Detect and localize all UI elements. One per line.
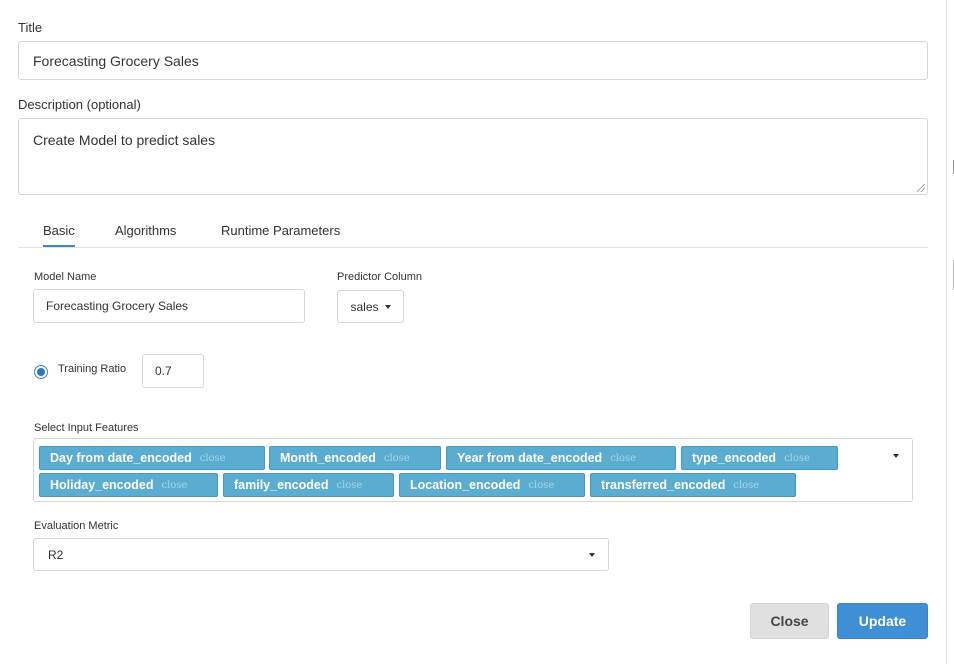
evaluation-metric-label: Evaluation Metric	[34, 520, 119, 532]
input-features-multiselect[interactable]: Day from date_encoded close Month_encode…	[33, 438, 913, 502]
chip-close-icon[interactable]: close	[162, 480, 188, 491]
training-ratio-radio[interactable]	[34, 365, 48, 379]
chip-close-icon[interactable]: close	[528, 480, 554, 491]
model-tabs: Basic Algorithms Runtime Parameters	[18, 220, 928, 248]
update-button[interactable]: Update	[837, 603, 928, 639]
feature-chip-label: Holiday_encoded	[50, 478, 154, 492]
feature-chip-label: Month_encoded	[280, 451, 376, 465]
edit-model-dialog: Title Forecasting Grocery Sales Descript…	[0, 0, 946, 664]
window-edge	[946, 0, 954, 664]
chip-close-icon[interactable]: close	[200, 453, 226, 464]
evaluation-metric-value: R2	[48, 547, 64, 562]
feature-chip[interactable]: Location_encoded close	[399, 473, 585, 497]
description-label: Description (optional)	[18, 97, 141, 112]
predictor-column-dropdown[interactable]: sales	[337, 290, 404, 323]
chip-close-icon[interactable]: close	[336, 480, 362, 491]
chip-close-icon[interactable]: close	[610, 453, 636, 464]
title-input[interactable]: Forecasting Grocery Sales	[18, 41, 928, 80]
feature-chip-label: Year from date_encoded	[457, 451, 603, 465]
resize-grip-icon[interactable]	[917, 184, 925, 192]
tab-runtime-parameters[interactable]: Runtime Parameters	[221, 220, 340, 247]
feature-chip[interactable]: Holiday_encoded close	[39, 473, 218, 497]
model-name-label: Model Name	[34, 271, 97, 283]
description-textarea[interactable]: Create Model to predict sales	[18, 118, 928, 195]
training-ratio-label: Training Ratio	[58, 363, 127, 375]
model-name-input[interactable]: Forecasting Grocery Sales	[33, 289, 305, 323]
feature-chip-label: type_encoded	[692, 451, 777, 465]
title-label: Title	[18, 20, 43, 35]
chip-close-icon[interactable]: close	[733, 480, 759, 491]
caret-down-icon[interactable]	[893, 454, 899, 458]
tab-basic[interactable]: Basic	[43, 220, 75, 247]
training-ratio-input[interactable]: 0.7	[142, 354, 204, 388]
feature-chip[interactable]: transferred_encoded close	[590, 473, 796, 497]
close-button[interactable]: Close	[750, 603, 829, 639]
predictor-column-label: Predictor Column	[337, 271, 422, 283]
feature-chip-label: transferred_encoded	[601, 478, 726, 492]
chip-close-icon[interactable]: close	[784, 453, 810, 464]
feature-chip[interactable]: family_encoded close	[223, 473, 394, 497]
feature-chip-label: family_encoded	[234, 478, 329, 492]
chip-close-icon[interactable]: close	[384, 453, 410, 464]
feature-chip-label: Day from date_encoded	[50, 451, 192, 465]
feature-chip[interactable]: type_encoded close	[681, 446, 838, 470]
input-features-label: Select Input Features	[34, 422, 139, 434]
feature-chip-label: Location_encoded	[410, 478, 521, 492]
evaluation-metric-select[interactable]: R2	[33, 538, 609, 571]
feature-chip[interactable]: Day from date_encoded close	[39, 446, 265, 470]
tab-algorithms[interactable]: Algorithms	[115, 220, 176, 247]
caret-down-icon	[589, 553, 595, 557]
predictor-column-value: sales	[350, 299, 379, 314]
caret-down-icon	[384, 304, 391, 309]
feature-chip[interactable]: Year from date_encoded close	[446, 446, 676, 470]
feature-chip[interactable]: Month_encoded close	[269, 446, 441, 470]
description-text: Create Model to predict sales	[33, 132, 216, 148]
